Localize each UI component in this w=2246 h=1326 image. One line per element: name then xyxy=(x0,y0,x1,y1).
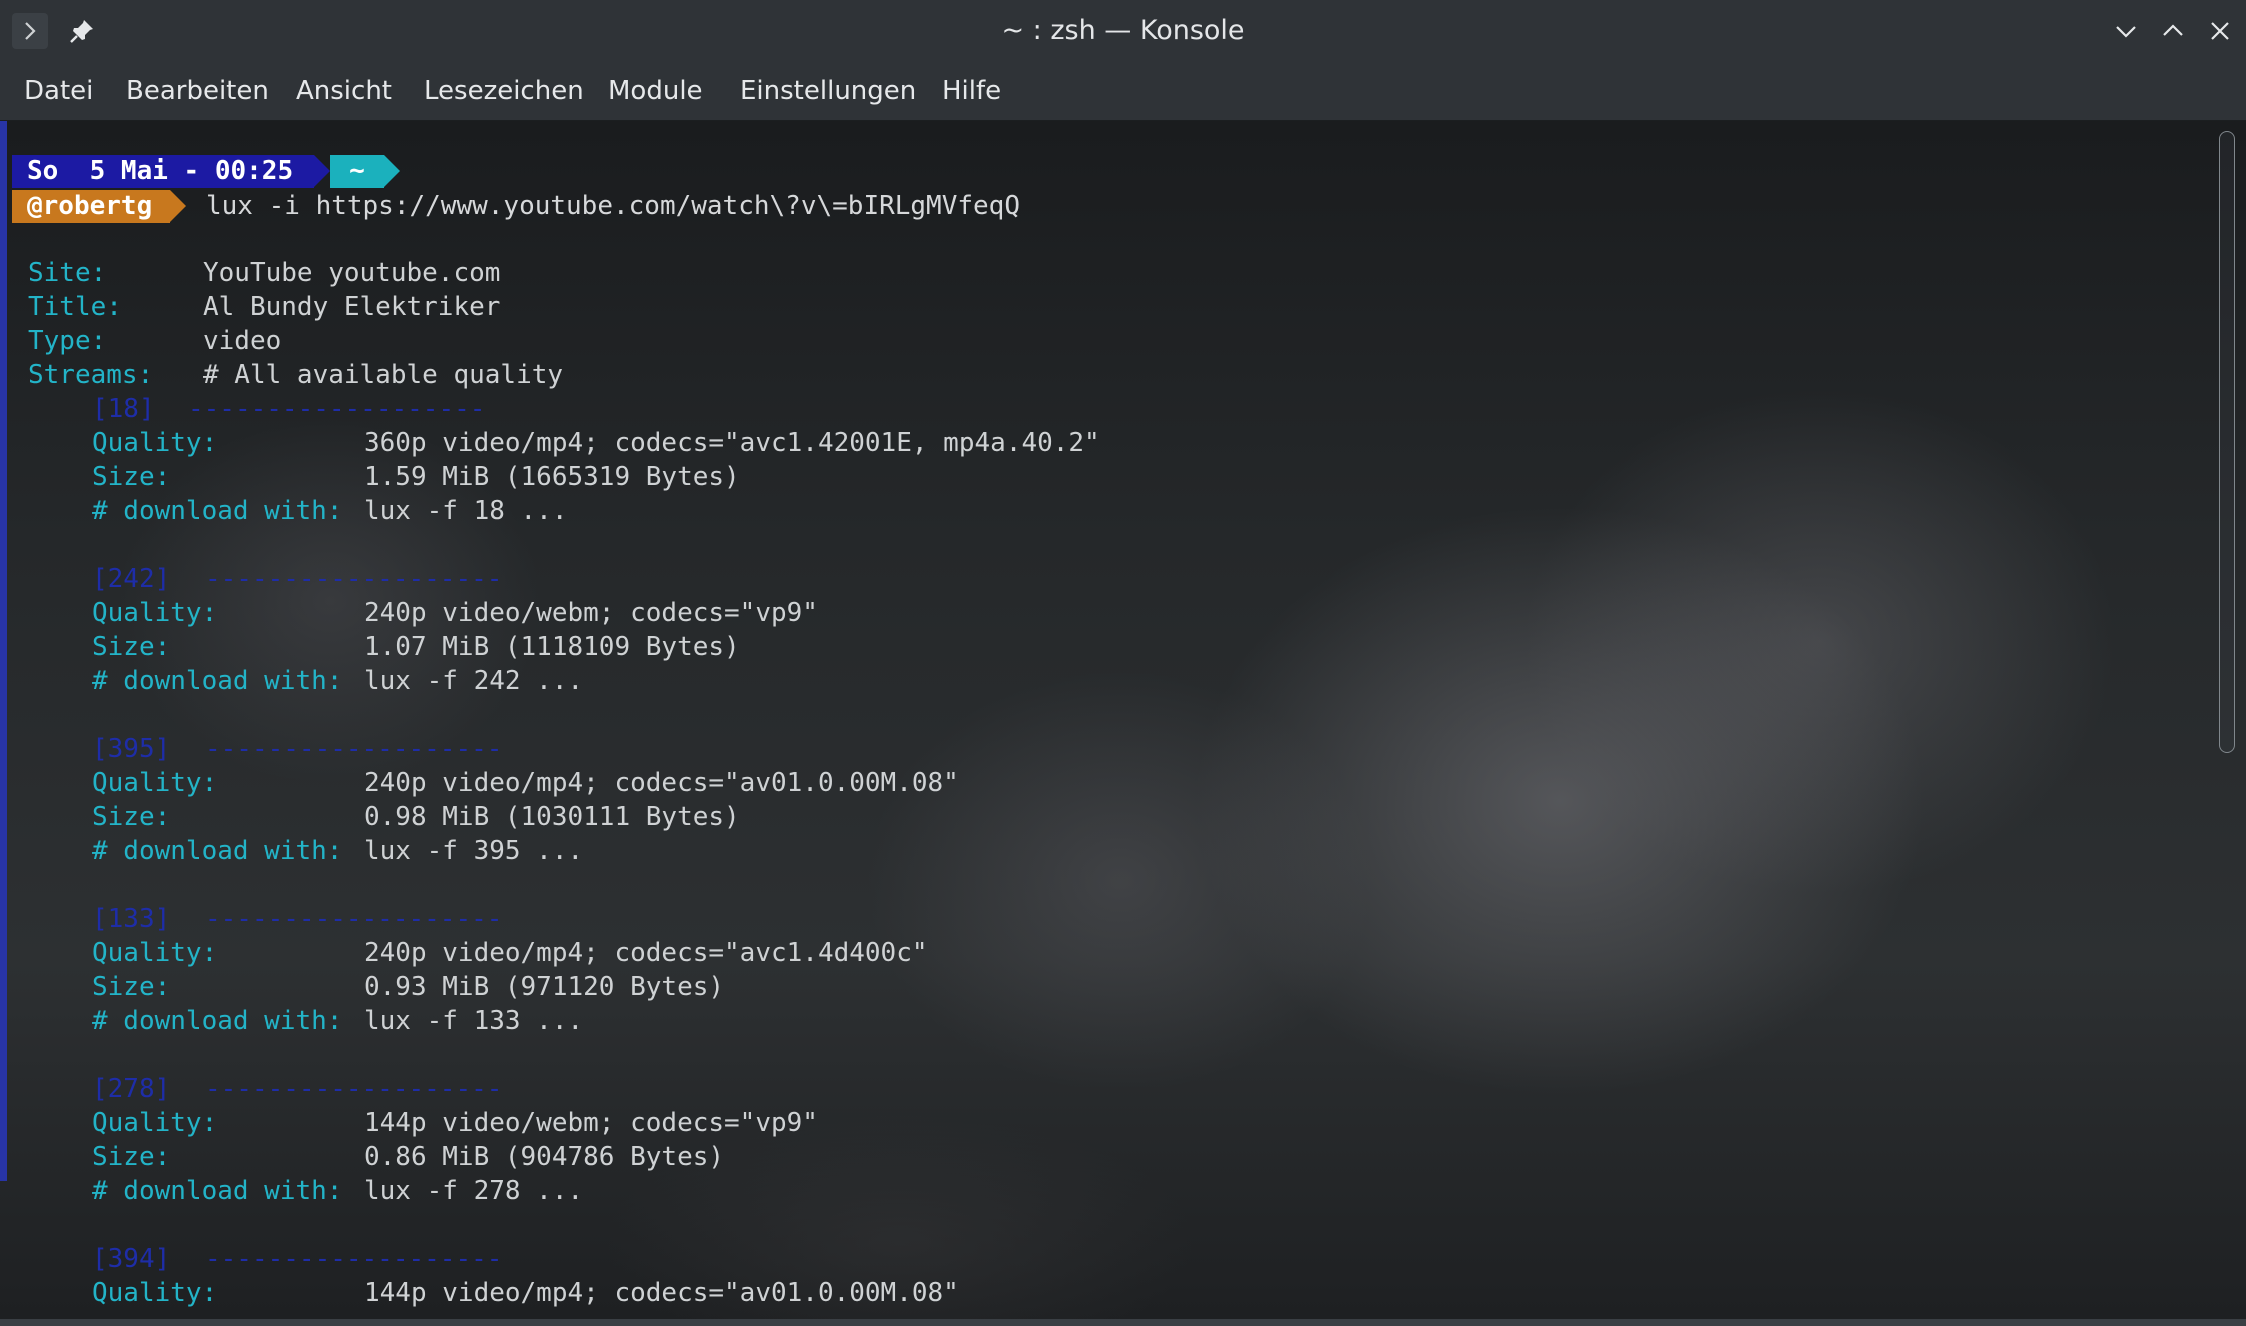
menu-bearbeiten[interactable]: Bearbeiten xyxy=(126,62,269,120)
stream-download-label: # download with: xyxy=(92,836,343,866)
prompt-user: @robertg xyxy=(12,190,170,223)
stream-quality-label: Quality: xyxy=(92,1108,218,1138)
stream-separator: ------------------- xyxy=(205,1074,503,1104)
prompt-directory: ~ xyxy=(330,155,384,188)
stream-quality: 360p video/mp4; codecs="avc1.42001E, mp4… xyxy=(364,428,1100,458)
menu-module[interactable]: Module xyxy=(608,62,703,120)
prompt-arrow xyxy=(170,190,186,222)
stream-id: [133] xyxy=(92,904,171,934)
stream-size: 1.07 MiB (1118109 Bytes) xyxy=(364,632,740,662)
info-value: YouTube youtube.com xyxy=(203,258,501,288)
stream-id: [242] xyxy=(92,564,171,594)
left-accent-bar xyxy=(0,121,7,1181)
scrollbar-thumb[interactable] xyxy=(2219,131,2235,753)
menu-datei[interactable]: Datei xyxy=(24,62,93,120)
stream-quality: 144p video/webm; codecs="vp9" xyxy=(364,1108,818,1138)
stream-size: 1.59 MiB (1665319 Bytes) xyxy=(364,462,740,492)
info-label: Site: xyxy=(28,258,107,288)
info-label: Title: xyxy=(28,292,122,322)
stream-download: lux -f 278 ... xyxy=(364,1176,584,1206)
menu-hilfe[interactable]: Hilfe xyxy=(942,62,1001,120)
stream-size-label: Size: xyxy=(92,1142,171,1172)
stream-quality-label: Quality: xyxy=(92,768,218,798)
stream-quality-label: Quality: xyxy=(92,938,218,968)
window-title: ~ : zsh — Konsole xyxy=(1001,15,1245,46)
stream-quality: 240p video/mp4; codecs="avc1.4d400c" xyxy=(364,938,928,968)
window-bottom-border xyxy=(0,1319,2246,1326)
info-value: # All available quality xyxy=(203,360,564,390)
stream-separator: ------------------- xyxy=(205,734,503,764)
stream-separator: ------------------- xyxy=(205,904,503,934)
prompt-arrow xyxy=(384,155,400,187)
info-label: Type: xyxy=(28,326,107,356)
stream-download: lux -f 395 ... xyxy=(364,836,584,866)
stream-download: lux -f 18 ... xyxy=(364,496,568,526)
scrollbar[interactable] xyxy=(2219,131,2235,1317)
stream-quality: 240p video/mp4; codecs="av01.0.00M.08" xyxy=(364,768,959,798)
minimize-icon[interactable] xyxy=(2108,13,2144,49)
maximize-icon[interactable] xyxy=(2155,13,2191,49)
stream-size: 0.86 MiB (904786 Bytes) xyxy=(364,1142,725,1172)
stream-quality: 144p video/mp4; codecs="av01.0.00M.08" xyxy=(364,1278,959,1308)
stream-size: 0.93 MiB (971120 Bytes) xyxy=(364,972,725,1002)
title-bar: ~ : zsh — Konsole xyxy=(0,0,2246,62)
stream-separator: ------------------- xyxy=(205,564,503,594)
stream-download-label: # download with: xyxy=(92,1176,343,1206)
menu-bar: Datei Bearbeiten Ansicht Lesezeichen Mod… xyxy=(0,62,2246,121)
stream-size-label: Size: xyxy=(92,972,171,1002)
close-icon[interactable] xyxy=(2202,13,2238,49)
stream-id: [18] xyxy=(92,394,155,424)
stream-download-label: # download with: xyxy=(92,666,343,696)
command-text: lux -i https://www.youtube.com/watch\?v\… xyxy=(206,191,1020,221)
stream-size-label: Size: xyxy=(92,462,171,492)
stream-size: 0.98 MiB (1030111 Bytes) xyxy=(364,802,740,832)
stream-separator: ------------------- xyxy=(205,1244,503,1274)
info-label: Streams: xyxy=(28,360,154,390)
info-value: video xyxy=(203,326,282,356)
stream-quality-label: Quality: xyxy=(92,428,218,458)
stream-id: [278] xyxy=(92,1074,171,1104)
menu-ansicht[interactable]: Ansicht xyxy=(296,62,392,120)
prompt-datetime: So 5 Mai - 00:25 xyxy=(12,155,314,188)
stream-id: [395] xyxy=(92,734,171,764)
prompt-arrow xyxy=(314,155,330,187)
menu-lesezeichen[interactable]: Lesezeichen xyxy=(424,62,584,120)
stream-quality: 240p video/webm; codecs="vp9" xyxy=(364,598,818,628)
stream-quality-label: Quality: xyxy=(92,1278,218,1308)
stream-quality-label: Quality: xyxy=(92,598,218,628)
stream-download: lux -f 242 ... xyxy=(364,666,584,696)
stream-id: [394] xyxy=(92,1244,171,1274)
stream-download: lux -f 133 ... xyxy=(364,1006,584,1036)
stream-download-label: # download with: xyxy=(92,496,343,526)
stream-size-label: Size: xyxy=(92,802,171,832)
stream-size-label: Size: xyxy=(92,632,171,662)
stream-separator: ------------------- xyxy=(188,394,486,424)
stream-download-label: # download with: xyxy=(92,1006,343,1036)
menu-einstellungen[interactable]: Einstellungen xyxy=(740,62,916,120)
info-value: Al Bundy Elektriker xyxy=(203,292,501,322)
terminal-area[interactable]: So 5 Mai - 00:25 ~ @robertg lux -i https… xyxy=(0,121,2246,1319)
